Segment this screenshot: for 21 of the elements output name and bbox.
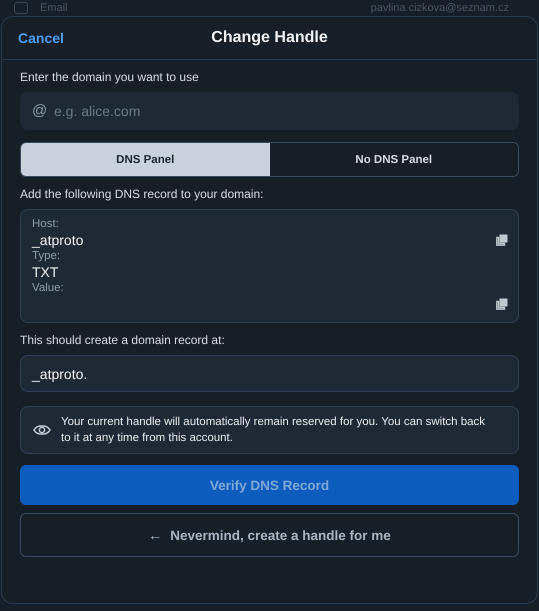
copy-icon[interactable] [496, 234, 508, 246]
domain-record-field: _atproto. [20, 355, 519, 392]
cancel-button[interactable]: Cancel [18, 30, 64, 46]
copy-icon[interactable] [496, 298, 508, 310]
back-button[interactable]: ← Nevermind, create a handle for me [20, 513, 519, 558]
field-label: Email [40, 2, 68, 14]
dialog-title: Change Handle [211, 29, 328, 47]
email-text: pavlina.cizkova@seznam.cz [370, 2, 509, 14]
arrow-icon: ← [148, 527, 162, 544]
record-value: TXT [32, 264, 58, 280]
notice-text: Your current handle will automatically remain reserved for you. You can switch back to it at any time from this account. [61, 415, 486, 446]
record-label: Type: [32, 250, 62, 262]
eye-icon [33, 423, 51, 438]
record-label: Host: [32, 218, 60, 230]
field-label: Enter the domain you want to use [20, 70, 200, 84]
record-value: _atproto [32, 232, 84, 248]
instruction-text: Add the following DNS record to your domain: [20, 187, 264, 201]
instruction-text: This should create a domain record at: [20, 333, 226, 347]
at-sign: @ [32, 102, 48, 119]
record-label: Value: [32, 282, 65, 294]
tab[interactable]: DNS Panel [21, 143, 270, 176]
